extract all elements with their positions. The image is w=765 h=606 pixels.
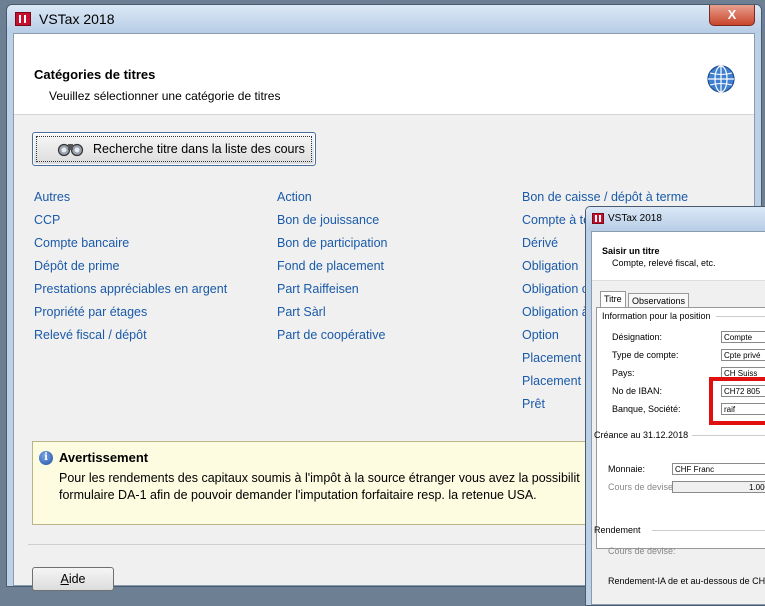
currency-label: Monnaie: [608,464,646,474]
designation-label: Désignation: [612,332,663,342]
warning-title: Avertissement [59,450,149,465]
enter-title-dialog: VSTax 2018 Saisir un titre Compte, relev… [585,206,765,606]
category-link-bon-de-participation[interactable]: Bon de participation [277,236,388,250]
category-link-pret[interactable]: Prêt [522,397,545,411]
yield-note: Rendement-IA de et au-dessous de CHF [608,576,765,586]
designation-field[interactable]: Compte [721,331,765,343]
app-icon [15,12,31,26]
category-link-option[interactable]: Option [522,328,559,342]
dialog-subheading: Compte, relevé fiscal, etc. [612,258,716,268]
category-link-placement-1[interactable]: Placement n [522,351,591,365]
iban-label: No de IBAN: [612,386,663,396]
highlight-box [709,377,765,425]
search-button-label: Recherche titre dans la liste des cours [93,142,305,156]
dialog-app-icon [592,213,604,224]
yield-divider [652,530,765,531]
close-button[interactable]: X [709,5,755,26]
category-link-prestations[interactable]: Prestations appréciables en argent [34,282,227,296]
section-position-label: Information pour la position [602,311,711,321]
window-title: VSTax 2018 [39,11,115,27]
globe-icon [707,65,735,93]
category-link-compte-bancaire[interactable]: Compte bancaire [34,236,129,250]
tab-titre[interactable]: Titre [600,291,626,308]
rate-field: 1.000 [672,481,765,493]
dialog-body: Saisir un titre Compte, relevé fiscal, e… [591,231,765,605]
account-type-select[interactable]: Cpte privé [721,349,765,361]
claim-divider [692,435,765,436]
category-link-obligation-c[interactable]: Obligation c [522,282,588,296]
info-icon: i [39,451,53,465]
tab-pane [596,307,765,549]
category-link-bon-de-jouissance[interactable]: Bon de jouissance [277,213,379,227]
bank-label: Banque, Société: [612,404,681,414]
title-bar[interactable]: VSTax 2018 X [7,5,761,33]
account-type-label: Type de compte: [612,350,679,360]
category-link-derive[interactable]: Dérivé [522,236,558,250]
category-link-action[interactable]: Action [277,190,312,204]
category-link-bon-de-caisse[interactable]: Bon de caisse / dépôt à terme [522,190,688,204]
section-claim-label: Créance au 31.12.2018 [594,430,689,440]
dialog-heading: Saisir un titre [602,246,660,256]
category-link-compte-a-terme[interactable]: Compte à te [522,213,590,227]
section-yield-label: Rendement [594,525,641,535]
yield-rate-label: Cours de devise: [608,546,676,556]
footer-separator [28,544,588,545]
tab-observations[interactable]: Observations [628,293,690,308]
help-button[interactable]: Aide [32,567,114,591]
binoculars-icon [57,143,84,157]
warning-line-2: formulaire DA-1 afin de pouvoir demander… [59,488,537,502]
warning-text: Pour les rendements des capitaux soumis … [59,470,580,504]
page-title: Catégories de titres [34,67,156,82]
category-link-depot-de-prime[interactable]: Dépôt de prime [34,259,119,273]
category-link-part-sarl[interactable]: Part Sàrl [277,305,326,319]
category-link-ccp[interactable]: CCP [34,213,60,227]
category-link-placement-2[interactable]: Placement n [522,374,591,388]
section-divider [716,316,765,317]
category-link-obligation[interactable]: Obligation [522,259,578,273]
category-link-autres[interactable]: Autres [34,190,70,204]
dialog-title-bar[interactable]: VSTax 2018 [586,207,765,231]
dialog-header: Saisir un titre Compte, relevé fiscal, e… [592,232,765,281]
rate-label: Cours de devise: [608,482,676,492]
category-link-part-raiffeisen[interactable]: Part Raiffeisen [277,282,359,296]
page-subtitle: Veuillez sélectionner une catégorie de t… [49,89,281,103]
category-link-releve-fiscal[interactable]: Relevé fiscal / dépôt [34,328,147,342]
category-link-fond-de-placement[interactable]: Fond de placement [277,259,384,273]
search-quote-list-button[interactable]: Recherche titre dans la liste des cours [32,132,316,166]
warning-line-1: Pour les rendements des capitaux soumis … [59,471,580,485]
dialog-window-title: VSTax 2018 [608,213,662,224]
category-link-part-de-cooperative[interactable]: Part de coopérative [277,328,385,342]
category-link-obligation-a[interactable]: Obligation à [522,305,589,319]
category-link-propriete-par-etages[interactable]: Propriété par étages [34,305,147,319]
country-label: Pays: [612,368,635,378]
dialog-header: Catégories de titres Veuillez sélectionn… [14,34,754,115]
currency-select[interactable]: CHF Franc [672,463,765,475]
